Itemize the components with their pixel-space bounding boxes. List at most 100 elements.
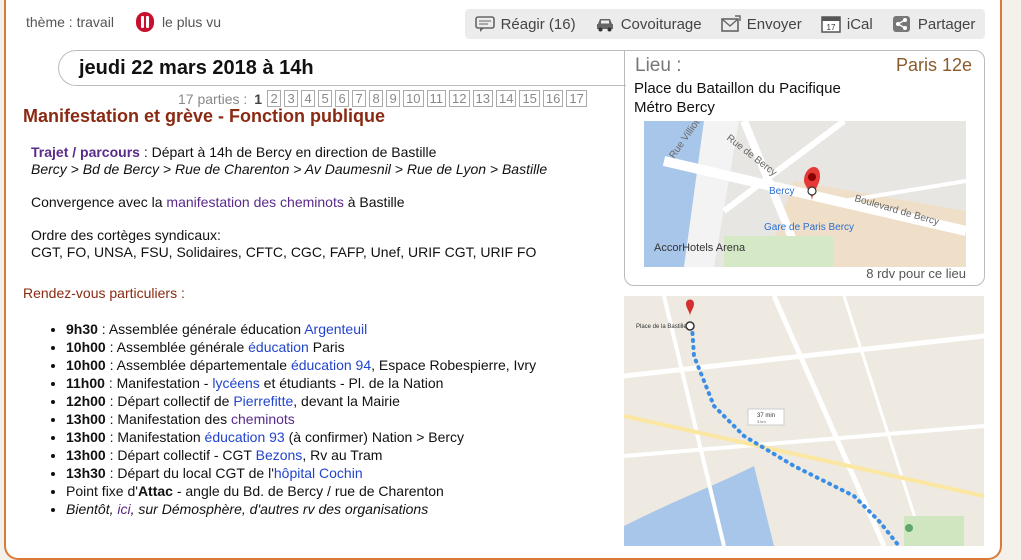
page-link[interactable]: 2 [267, 90, 282, 107]
svg-text:17: 17 [826, 23, 835, 32]
convergence-pre: Convergence avec la [31, 194, 167, 210]
speech-bubble-icon [474, 16, 495, 32]
rdv-title: Rendez-vous particuliers : [23, 285, 185, 301]
ici-link[interactable]: ici [117, 501, 130, 517]
rdv-link[interactable]: hôpital Cochin [274, 465, 363, 481]
map-pin-dot [808, 173, 816, 181]
pagination: 17 parties : 1 2 3 4 5 6 7 8 9 10 11 12 … [178, 90, 587, 107]
reagir-label: Réagir (16) [500, 15, 576, 33]
rdv-list: 9h30 : Assemblée générale éducation Arge… [26, 320, 536, 518]
list-item: 13h00 : Départ collectif - CGT Bezons, R… [66, 446, 536, 464]
order-label: Ordre des cortèges syndicaux: [31, 227, 221, 243]
date-bar: jeudi 22 mars 2018 à 14h [58, 50, 626, 86]
list-item: Point fixe d'Attac - angle du Bd. de Ber… [66, 482, 536, 500]
covoiturage-button[interactable]: Covoiturage [595, 15, 702, 33]
rdv-link[interactable]: cheminots [231, 411, 295, 427]
rdv-text: Paris [308, 339, 345, 355]
theme-link[interactable]: thème : travail [26, 14, 114, 30]
rdv-text: , Espace Robespierre, Ivry [371, 357, 537, 373]
metro-icon [807, 186, 817, 196]
rdv-count[interactable]: 8 rdv pour ce lieu [866, 266, 966, 281]
partager-button[interactable]: Partager [892, 15, 975, 33]
rdv-text: : Départ collectif de [105, 393, 234, 409]
page-link[interactable]: 15 [519, 90, 540, 107]
rdv-link[interactable]: éducation 93 [205, 429, 285, 445]
rdv-link[interactable]: Argenteuil [304, 321, 367, 337]
page-link[interactable]: 11 [426, 90, 447, 107]
rdv-text: : Manifestation - [104, 375, 213, 391]
page-link[interactable]: 12 [449, 90, 470, 107]
list-item: 10h00 : Assemblée générale éducation Par… [66, 338, 536, 356]
location-map[interactable]: Rue Villiot Rue de Bercy Bercy Boulevard… [644, 121, 966, 267]
rdv-time: 12h00 [66, 393, 106, 409]
list-item: 9h30 : Assemblée générale éducation Arge… [66, 320, 536, 338]
route-text: : Départ à 14h de Bercy en direction de … [139, 144, 437, 160]
rdv-text: : Assemblée générale [105, 339, 249, 355]
page-link[interactable]: 3 [284, 90, 299, 107]
rdv-text: : Départ collectif - CGT [105, 447, 256, 463]
route-map[interactable]: Place de la Bastille 37 min 3 km [624, 296, 984, 546]
rdv-text: : Manifestation [105, 429, 205, 445]
envoyer-button[interactable]: Envoyer [720, 15, 802, 33]
rdv-time: 9h30 [66, 321, 98, 337]
cheminots-demo-link[interactable]: manifestation des cheminots [166, 194, 343, 210]
page-link[interactable]: 13 [472, 90, 493, 107]
page-link[interactable]: 14 [495, 90, 517, 107]
pagination-label: 17 parties : [178, 90, 248, 107]
page-link[interactable]: 9 [386, 90, 401, 107]
map-label: AccorHotels Arena [654, 242, 746, 254]
rdv-text: : Assemblée départementale [105, 357, 291, 373]
location-heading: Lieu : [635, 55, 682, 76]
list-item: 11h00 : Manifestation - lycéens et étudi… [66, 374, 536, 392]
page-link[interactable]: 17 [566, 90, 587, 107]
rdv-link[interactable]: lycéens [212, 375, 259, 391]
address-line-2: Métro Bercy [634, 99, 715, 116]
page-link[interactable]: 8 [369, 90, 384, 107]
location-box: Lieu : Paris 12e Place du Bataillon du P… [624, 50, 985, 286]
rdv-text: Bientôt, [66, 501, 118, 517]
event-description: Trajet / parcours : Départ à 14h de Berc… [31, 144, 621, 277]
envelope-icon [720, 15, 741, 32]
page-link[interactable]: 5 [318, 90, 333, 107]
rdv-text: , sur Démosphère, d'autres rv des organi… [130, 501, 429, 517]
location-city[interactable]: Paris 12e [896, 55, 972, 76]
rdv-text: , Rv au Tram [302, 447, 383, 463]
rdv-text: : Assemblée générale éducation [97, 321, 305, 337]
rdv-link[interactable]: Bezons [256, 447, 303, 463]
list-item: 12h00 : Départ collectif de Pierrefitte,… [66, 392, 536, 410]
rdv-link[interactable]: Pierrefitte [233, 393, 293, 409]
rdv-link[interactable]: éducation [248, 339, 309, 355]
covoiturage-label: Covoiturage [620, 15, 702, 33]
route-path: Bercy > Bd de Bercy > Rue de Charenton >… [31, 161, 548, 177]
top-bar: thème : travail le plus vu [26, 12, 221, 32]
most-viewed-link[interactable]: le plus vu [162, 14, 221, 30]
rdv-text: , devant la Mairie [293, 393, 400, 409]
rdv-text: - angle du Bd. de Bercy / rue de Charent… [172, 483, 444, 499]
list-item: 13h00 : Manifestation éducation 93 (à co… [66, 428, 536, 446]
car-icon [596, 19, 613, 32]
page-link[interactable]: 4 [301, 90, 316, 107]
ical-button[interactable]: 17 iCal [821, 15, 873, 33]
share-icon [892, 16, 910, 32]
page-link[interactable]: 7 [352, 90, 367, 107]
list-item: Bientôt, ici, sur Démosphère, d'autres r… [66, 500, 536, 518]
ical-label: iCal [846, 15, 873, 33]
rdv-time: 10h00 [66, 339, 106, 355]
page-link[interactable]: 10 [403, 90, 424, 107]
list-item: 13h30 : Départ du local CGT de l'hôpital… [66, 464, 536, 482]
rdv-link[interactable]: éducation 94 [291, 357, 371, 373]
rdv-time: 11h00 [66, 375, 105, 391]
rdv-text: Point fixe d' [66, 483, 138, 499]
reagir-button[interactable]: Réagir (16) [474, 15, 576, 33]
address-line-1: Place du Bataillon du Pacifique [634, 80, 841, 97]
page-frame: thème : travail le plus vu Réagir (16) C… [4, 0, 1002, 560]
map-label: Place de la Bastille [636, 324, 687, 330]
rdv-time: 10h00 [66, 357, 106, 373]
page-link[interactable]: 16 [542, 90, 564, 107]
event-title: Manifestation et grève - Fonction publiq… [23, 106, 386, 126]
list-item: 10h00 : Assemblée départementale éducati… [66, 356, 536, 374]
map-label: Bercy [769, 186, 795, 197]
attac-label: Attac [137, 483, 173, 499]
page-link[interactable]: 6 [335, 90, 350, 107]
most-viewed-icon [135, 12, 154, 32]
